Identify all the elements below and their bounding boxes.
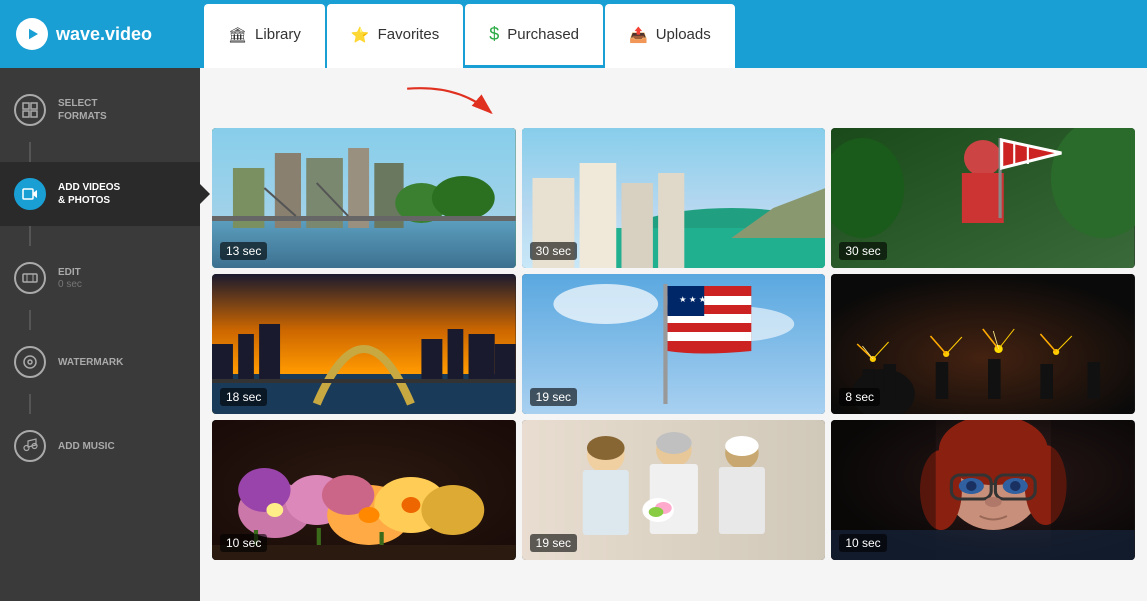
- video-card-6[interactable]: 8 sec: [831, 274, 1135, 414]
- video-card-4[interactable]: 18 sec: [212, 274, 516, 414]
- library-icon: 🏛: [228, 26, 247, 44]
- tab-favorites-label: Favorites: [378, 26, 440, 43]
- sidebar-item-watermark[interactable]: WATERMARK: [0, 330, 200, 394]
- video-duration-8: 19 sec: [530, 534, 577, 552]
- sidebar-label-edit: EDIT: [58, 266, 82, 279]
- video-card-3[interactable]: 30 sec: [831, 128, 1135, 268]
- video-duration-1: 13 sec: [220, 242, 267, 260]
- sidebar-item-add-music[interactable]: ADD MUSIC: [0, 414, 200, 478]
- video-duration-3: 30 sec: [839, 242, 886, 260]
- video-duration-7: 10 sec: [220, 534, 267, 552]
- step-circle-4: [14, 346, 46, 378]
- video-card-8[interactable]: 19 sec: [522, 420, 826, 560]
- video-card-7[interactable]: 10 sec: [212, 420, 516, 560]
- sidebar-label-add-music: ADD MUSIC: [58, 440, 115, 453]
- tab-library-label: Library: [255, 26, 301, 43]
- sidebar-item-select-formats[interactable]: SELECT FORMATS: [0, 78, 200, 142]
- sidebar-item-add-videos[interactable]: ADD VIDEOS & PHOTOS: [0, 162, 200, 226]
- video-duration-5: 19 sec: [530, 388, 577, 406]
- video-card-2[interactable]: 30 sec: [522, 128, 826, 268]
- logo-text: wave.video: [56, 24, 152, 45]
- connector-2: [29, 226, 31, 246]
- favorites-icon: ⭐: [351, 26, 370, 44]
- tab-purchased-label: Purchased: [507, 26, 579, 43]
- video-duration-2: 30 sec: [530, 242, 577, 260]
- video-card-5[interactable]: ★ ★ ★ 19 sec: [522, 274, 826, 414]
- main-content: 13 sec: [200, 68, 1147, 601]
- video-card-9[interactable]: 10 sec: [831, 420, 1135, 560]
- tab-uploads-label: Uploads: [656, 26, 711, 43]
- step-circle-5: [14, 430, 46, 462]
- tab-uploads[interactable]: 📤 Uploads: [605, 4, 735, 68]
- video-grid: 13 sec: [200, 68, 1147, 572]
- svg-text:★ ★ ★: ★ ★ ★: [679, 295, 706, 304]
- step-circle-1: [14, 94, 46, 126]
- connector-1: [29, 142, 31, 162]
- tabs-area: 🏛 Library ⭐ Favorites $ Purchased 📤 Uplo…: [200, 0, 735, 68]
- video-duration-4: 18 sec: [220, 388, 267, 406]
- content-area: SELECT FORMATS ADD VIDEOS & PHOTOS: [0, 68, 1147, 601]
- video-card-1[interactable]: 13 sec: [212, 128, 516, 268]
- tab-purchased[interactable]: $ Purchased: [465, 4, 603, 68]
- step-circle-2: [14, 178, 46, 210]
- purchased-icon: $: [489, 24, 499, 45]
- sidebar-label-watermark: WATERMARK: [58, 356, 123, 369]
- top-navigation: wave.video 🏛 Library ⭐ Favorites $ Purch…: [0, 0, 1147, 68]
- connector-4: [29, 394, 31, 414]
- sidebar-label-select-formats: SELECT FORMATS: [58, 97, 107, 123]
- sidebar-label-add-videos: ADD VIDEOS & PHOTOS: [58, 181, 120, 207]
- video-duration-6: 8 sec: [839, 388, 880, 406]
- tab-library[interactable]: 🏛 Library: [204, 4, 325, 68]
- tab-favorites[interactable]: ⭐ Favorites: [327, 4, 463, 68]
- arrow-annotation: [390, 78, 510, 143]
- sidebar: SELECT FORMATS ADD VIDEOS & PHOTOS: [0, 68, 200, 601]
- sidebar-item-edit[interactable]: EDIT 0 sec: [0, 246, 200, 310]
- step-circle-3: [14, 262, 46, 294]
- connector-3: [29, 310, 31, 330]
- video-duration-9: 10 sec: [839, 534, 886, 552]
- logo-area: wave.video: [0, 18, 200, 50]
- uploads-icon: 📤: [629, 26, 648, 44]
- sidebar-sub-edit: 0 sec: [58, 279, 82, 290]
- logo-icon: [16, 18, 48, 50]
